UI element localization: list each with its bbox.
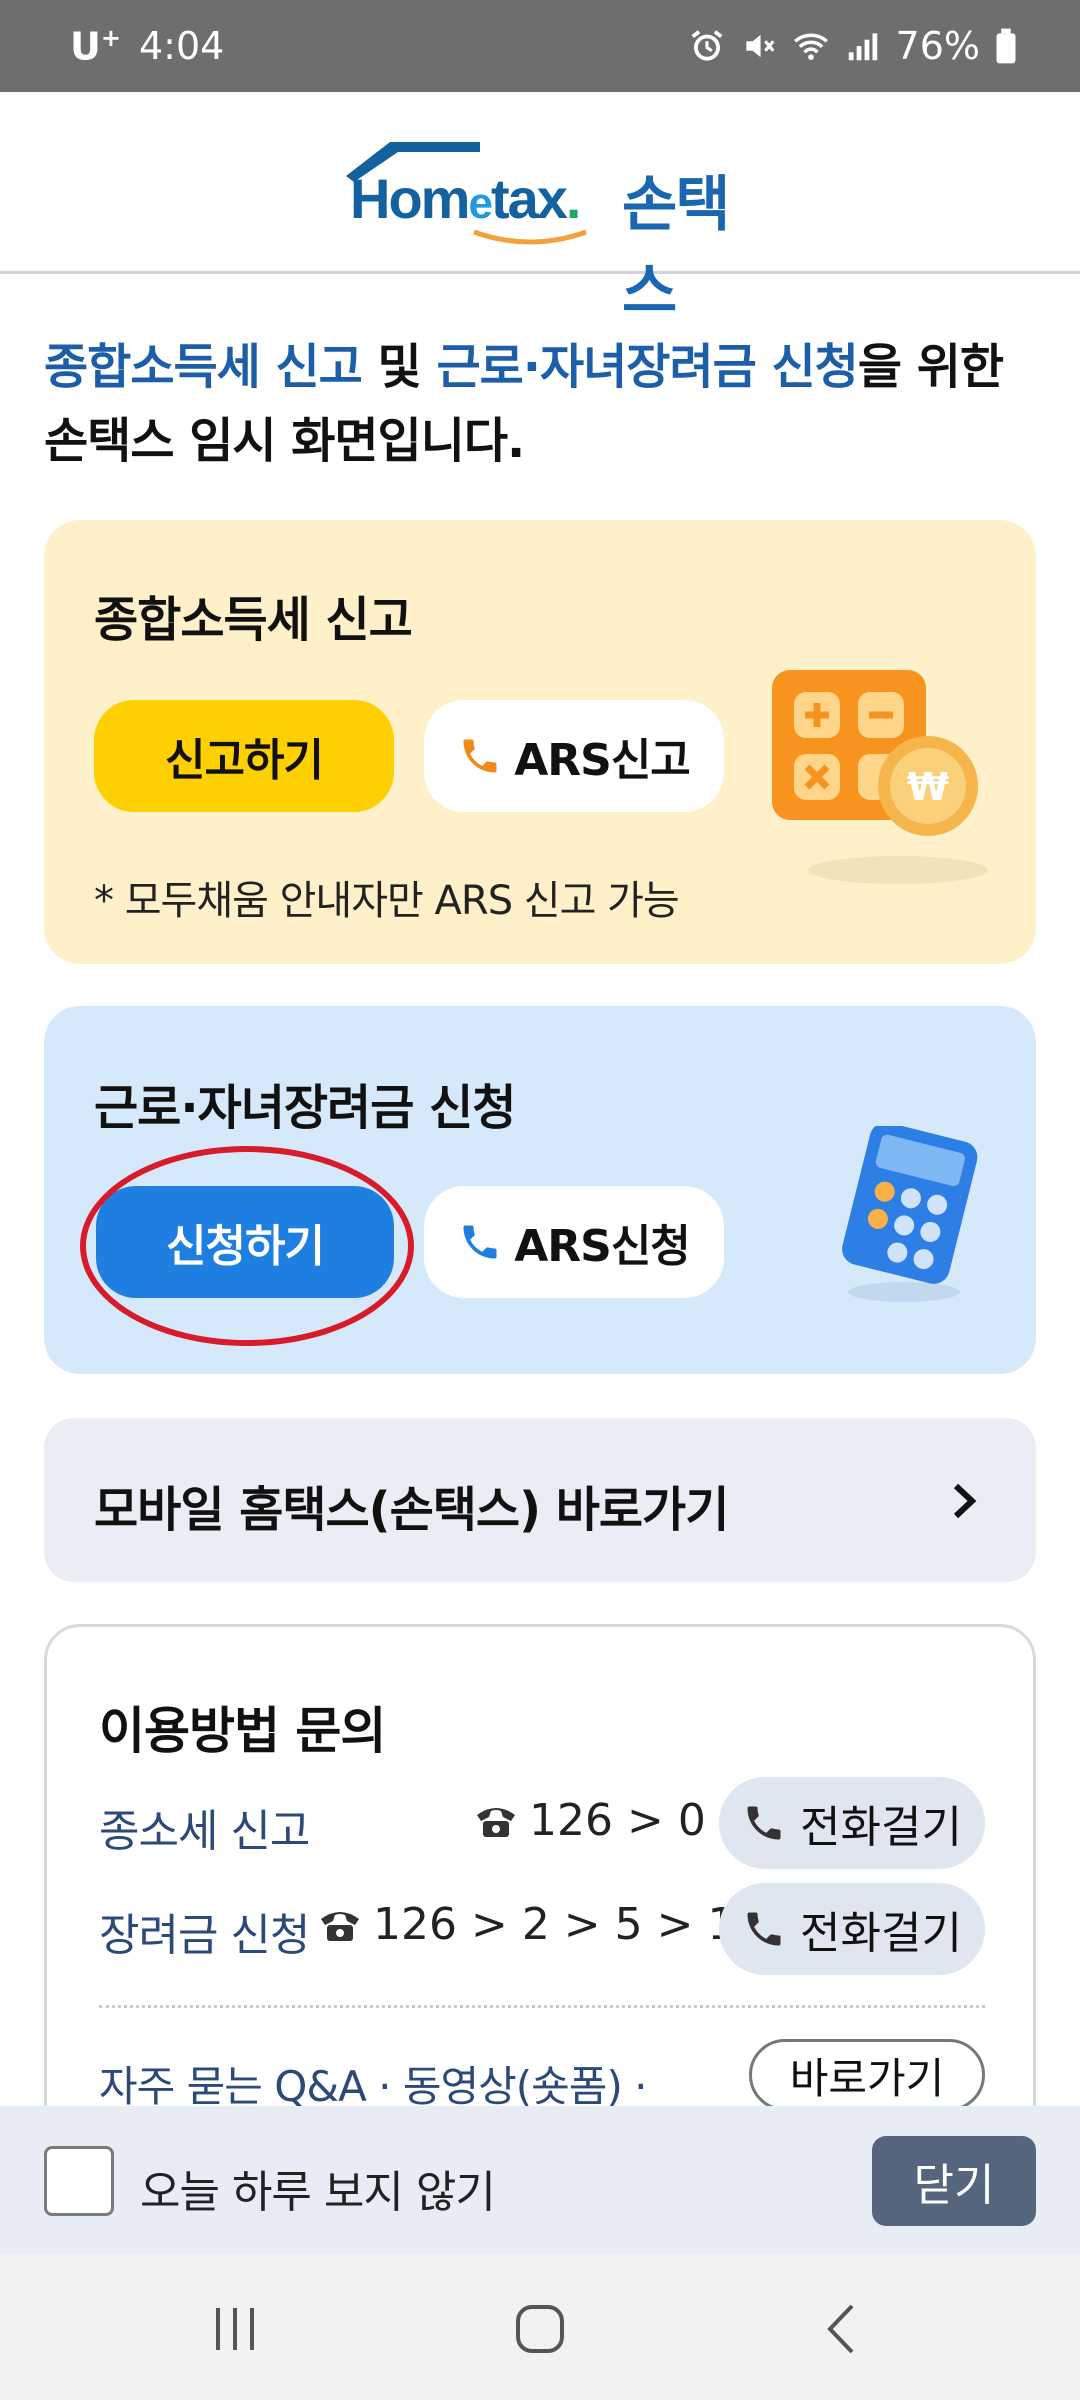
phone-icon (747, 1912, 781, 1946)
home-icon[interactable] (505, 2294, 575, 2364)
logo-wordmark: Hometax. (350, 167, 581, 230)
ars-note: * 모두채움 안내자만 ARS 신고 가능 (94, 878, 680, 924)
status-time: 4:04 (138, 24, 225, 69)
back-icon[interactable] (808, 2294, 878, 2364)
ars-report-label: ARS신고 (514, 735, 691, 786)
faq-label: 자주 묻는 Q&A · 동영상(숏폼) · (99, 2062, 648, 2111)
smile-swoosh-icon (473, 229, 587, 245)
signal-icon (848, 33, 877, 61)
dotted-divider (99, 2005, 985, 2008)
card-title: 근로·자녀장려금 신청 (94, 1080, 516, 1136)
call-button[interactable]: 전화걸기 (719, 1777, 985, 1869)
status-left: U+ 4:04 (70, 24, 224, 69)
phone-icon (463, 1225, 497, 1259)
report-button[interactable]: 신고하기 (94, 700, 394, 812)
carrier-label: U+ (70, 24, 121, 69)
phone-icon (747, 1806, 781, 1840)
alarm-icon (691, 30, 722, 61)
svg-text:₩: ₩ (907, 765, 949, 809)
mobile-hometax-link[interactable]: 모바일 홈택스(손택스) 바로가기 (44, 1418, 1036, 1582)
telephone-icon (321, 1911, 359, 1941)
chevron-right-icon (953, 1483, 977, 1519)
intro-text: 종합소득세 신고 및 근로·자녀장려금 신청을 위한 손택스 임시 화면입니다. (44, 339, 1004, 469)
popup-bottom-bar: 오늘 하루 보지 않기 닫기 (0, 2106, 1080, 2254)
ars-apply-button[interactable]: ARS신청 (424, 1186, 724, 1298)
inquiry-row-label: 장려금 신청 (99, 1910, 310, 1961)
app-header: Hometax. 손택스 (0, 92, 1080, 327)
go-button[interactable]: 바로가기 (749, 2039, 985, 2111)
telephone-icon (477, 1807, 515, 1837)
battery-icon (996, 28, 1016, 64)
hometax-logo: Hometax. 손택스 (340, 136, 760, 327)
wifi-icon (793, 33, 828, 60)
status-right: 76% (688, 24, 1018, 68)
battery-percent: 76% (895, 24, 980, 68)
close-button[interactable]: 닫기 (872, 2136, 1036, 2226)
calculator-icon (842, 1126, 978, 1302)
calculator-coin-icon: ₩ (772, 670, 988, 884)
child-incentive-card: 근로·자녀장려금 신청 신청하기 ARS신청 (44, 1006, 1036, 1374)
logo-sontax: 손택스 (622, 170, 730, 327)
recent-apps-icon[interactable] (200, 2294, 270, 2364)
dont-show-today-label[interactable]: 오늘 하루 보지 않기 (140, 2156, 496, 2220)
status-bar: U+ 4:04 76% (0, 0, 1080, 92)
phone-icon (463, 739, 497, 773)
inquiry-row-number: 126 > 0 (471, 1795, 706, 1846)
card-title: 종합소득세 신고 (94, 592, 413, 648)
inquiry-row-number: 126 > 2 > 5 > 1 (315, 1899, 735, 1950)
system-nav-bar (0, 2254, 1080, 2400)
ars-apply-label: ARS신청 (514, 1221, 691, 1272)
mute-icon (745, 34, 774, 58)
call-button[interactable]: 전화걸기 (719, 1883, 985, 1975)
ars-report-button[interactable]: ARS신고 (424, 700, 724, 812)
inquiry-title: 이용방법 문의 (99, 1702, 386, 1760)
highlight-circle-annotation (80, 1146, 414, 1346)
dont-show-today-checkbox[interactable] (44, 2146, 114, 2216)
mobile-link-label: 모바일 홈택스(손택스) 바로가기 (94, 1482, 729, 1538)
inquiry-row-label: 종소세 신고 (99, 1806, 310, 1857)
income-tax-card: 종합소득세 신고 신고하기 ARS신고 * 모두채움 안내자만 ARS 신고 가… (44, 520, 1036, 964)
